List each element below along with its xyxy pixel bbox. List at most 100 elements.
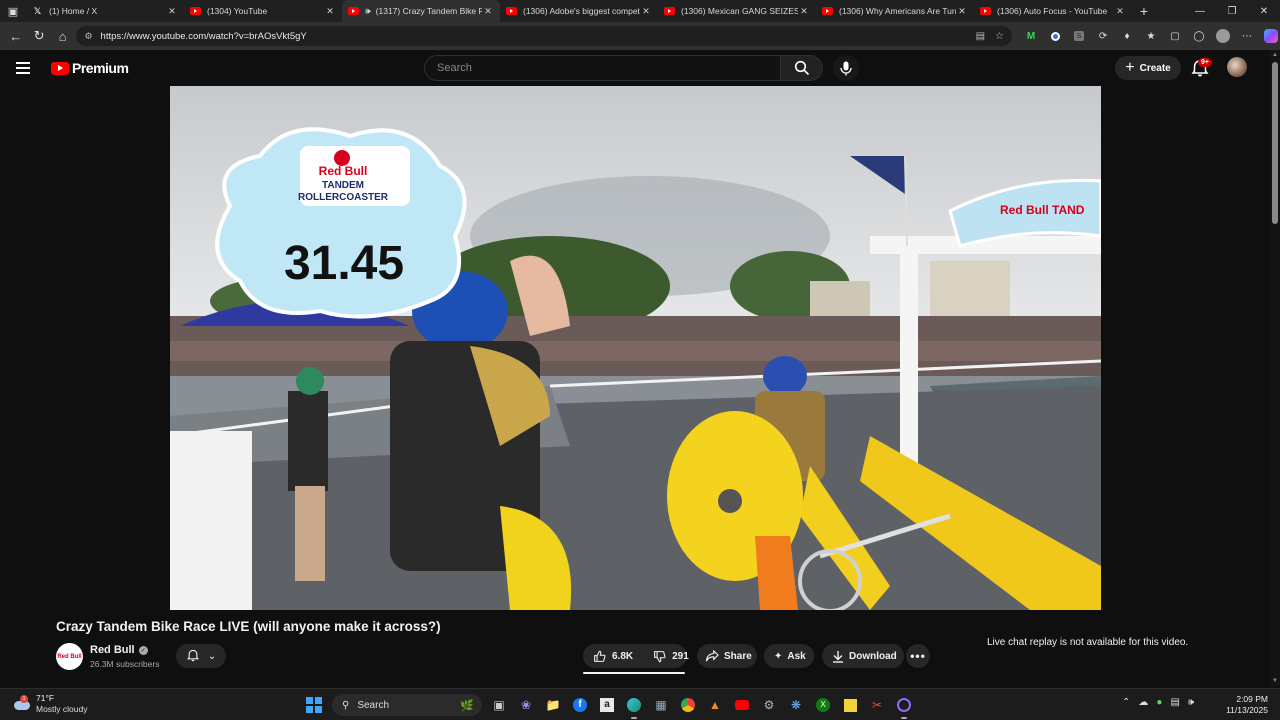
snipping-tool-icon[interactable]: ✂ xyxy=(866,694,888,716)
close-tab-icon[interactable]: ✕ xyxy=(166,6,178,17)
subscription-notification-button[interactable]: ⌄ xyxy=(176,644,226,668)
youtube-premium-logo[interactable]: Premium xyxy=(51,60,129,76)
create-button[interactable]: + Create xyxy=(1115,56,1181,80)
restore-icon[interactable]: ❐ xyxy=(1216,0,1248,22)
profile-icon[interactable] xyxy=(1214,27,1232,45)
task-view-icon[interactable]: ▣ xyxy=(488,694,510,716)
more-options-icon[interactable]: ⋯ xyxy=(1238,27,1256,45)
search-input[interactable]: Search xyxy=(424,55,781,81)
file-explorer-icon[interactable]: 📁 xyxy=(542,694,564,716)
taskbar-search[interactable]: ⚲ Search 🌿 xyxy=(332,694,482,716)
display-icon[interactable]: ▤ xyxy=(1170,697,1179,708)
more-actions-button[interactable]: ••• xyxy=(906,644,930,668)
youtube-play-icon xyxy=(51,61,69,75)
channel-avatar[interactable]: Red Bull xyxy=(56,643,83,670)
volume-icon[interactable]: 🕪 xyxy=(1188,697,1194,708)
share-button[interactable]: Share xyxy=(697,644,757,668)
bell-icon xyxy=(186,649,199,662)
edge-browser-icon[interactable] xyxy=(623,694,645,719)
channel-name-link[interactable]: Red Bull ✓ xyxy=(90,644,148,656)
vlc-icon[interactable]: ▲ xyxy=(704,694,726,716)
amazon-icon[interactable]: a xyxy=(596,694,618,716)
extension-blue-icon[interactable] xyxy=(1046,27,1064,45)
close-tab-icon[interactable]: ✕ xyxy=(324,6,336,17)
weather-alert-badge: 1 xyxy=(20,695,28,703)
favorite-star-icon[interactable]: ☆ xyxy=(995,31,1004,42)
close-tab-icon[interactable]: ✕ xyxy=(640,6,652,17)
system-clock[interactable]: 2:09 PM 11/13/2025 xyxy=(1224,694,1268,716)
windows-start-icon[interactable] xyxy=(306,697,322,713)
browser-tab[interactable]: 𝕏 (1) Home / X ✕ xyxy=(26,0,184,22)
url-field[interactable]: ⚙ https://www.youtube.com/watch?v=brAOsV… xyxy=(76,26,1013,46)
youtube-app-icon[interactable] xyxy=(731,694,753,716)
page-scrollbar[interactable]: ▲ ▼ xyxy=(1270,50,1280,686)
browser-tab[interactable]: (1306) Mexican GANG SEIZES LA ✕ xyxy=(658,0,816,22)
browser-tab[interactable]: (1304) YouTube ✕ xyxy=(184,0,342,22)
refresh-icon[interactable]: ↻ xyxy=(27,24,50,48)
obs-icon[interactable] xyxy=(893,694,915,719)
like-button[interactable]: 6.8K xyxy=(583,644,643,668)
close-tab-icon[interactable]: ✕ xyxy=(956,6,968,17)
thumbs-down-icon xyxy=(654,650,666,662)
tab-actions-icon[interactable]: ▣ xyxy=(0,0,26,22)
app-gear-icon[interactable]: ❋ xyxy=(785,694,807,716)
home-icon[interactable]: ⌂ xyxy=(51,24,74,48)
extension-m-icon[interactable]: M xyxy=(1022,27,1040,45)
chrome-icon[interactable] xyxy=(677,694,699,716)
collections-icon[interactable]: ▢ xyxy=(1166,27,1184,45)
microphone-tray-icon[interactable]: ● xyxy=(1156,697,1162,708)
scroll-down-icon[interactable]: ▼ xyxy=(1272,678,1278,684)
youtube-icon xyxy=(822,7,833,15)
calculator-icon[interactable]: ▦ xyxy=(650,694,672,716)
sticky-notes-icon[interactable] xyxy=(839,694,861,716)
sync-icon[interactable]: ⟳ xyxy=(1094,27,1112,45)
browser-tab-active[interactable]: 🕪 (1317) Crazy Tandem Bike R ✕ xyxy=(342,0,500,22)
browser-tab[interactable]: (1306) Auto Focus - YouTube ✕ xyxy=(974,0,1132,22)
site-info-icon[interactable]: ⚙ xyxy=(84,31,92,42)
close-tab-icon[interactable]: ✕ xyxy=(1114,6,1126,17)
tab-title: (1306) Why Americans Are Turnin xyxy=(839,6,956,16)
minimize-icon[interactable]: — xyxy=(1184,0,1216,22)
video-frame-image: Red Bull TANDEM ROLLERCOASTER 31.45 Red … xyxy=(170,86,1101,610)
reader-mode-icon[interactable]: ▤ xyxy=(976,31,985,42)
share-icon xyxy=(705,650,719,662)
search-button[interactable] xyxy=(781,55,823,81)
weather-widget[interactable]: 1 71°F Mostly cloudy xyxy=(12,693,88,715)
clock-date: 11/13/2025 xyxy=(1226,705,1268,715)
search-bar: Search xyxy=(424,55,859,81)
new-tab-button[interactable]: + xyxy=(1132,3,1156,19)
copilot-app-icon[interactable]: ❀ xyxy=(515,694,537,716)
xbox-icon[interactable]: X xyxy=(812,694,834,716)
dislike-button[interactable]: 291 xyxy=(643,644,699,668)
hamburger-menu-icon[interactable] xyxy=(16,58,36,78)
copilot-icon[interactable] xyxy=(1262,27,1280,45)
close-tab-icon[interactable]: ✕ xyxy=(482,6,494,17)
browser-tab[interactable]: (1306) Why Americans Are Turnin ✕ xyxy=(816,0,974,22)
back-icon[interactable]: ← xyxy=(4,24,27,48)
steam-icon[interactable]: ⚙ xyxy=(758,694,780,716)
download-button[interactable]: Download xyxy=(822,644,904,668)
tab-title: (1) Home / X xyxy=(49,6,98,16)
speaker-icon[interactable]: 🕪 xyxy=(365,6,371,17)
browser-tab[interactable]: (1306) Adobe's biggest competit ✕ xyxy=(500,0,658,22)
overlay-arch-text: Red Bull TAND xyxy=(1000,203,1085,217)
facebook-icon[interactable]: f xyxy=(569,694,591,716)
browser-essentials-icon[interactable]: ◯ xyxy=(1190,27,1208,45)
logo-text: Premium xyxy=(72,60,129,76)
extension-grey-icon[interactable]: S xyxy=(1070,27,1088,45)
close-tab-icon[interactable]: ✕ xyxy=(798,6,810,17)
voice-search-button[interactable] xyxy=(833,55,859,81)
video-player[interactable]: Red Bull TANDEM ROLLERCOASTER 31.45 Red … xyxy=(170,86,1101,610)
video-title: Crazy Tandem Bike Race LIVE (will anyone… xyxy=(56,619,441,634)
cloud-sync-icon[interactable]: ☁ xyxy=(1138,697,1148,708)
sparkle-icon: ✦ xyxy=(774,650,783,662)
user-avatar[interactable] xyxy=(1227,57,1247,77)
show-hidden-icons-icon[interactable]: ⌃ xyxy=(1122,697,1130,708)
scrollbar-thumb[interactable] xyxy=(1272,62,1278,224)
favorites-icon[interactable]: ★ xyxy=(1142,27,1160,45)
extensions-area: M S ⟳ ♦ ★ ▢ ◯ ⋯ xyxy=(1022,27,1280,45)
scroll-up-icon[interactable]: ▲ xyxy=(1272,52,1278,58)
extension-puzzle-icon[interactable]: ♦ xyxy=(1118,27,1136,45)
ask-button[interactable]: ✦ Ask xyxy=(764,644,814,668)
close-window-icon[interactable]: ✕ xyxy=(1248,0,1280,22)
